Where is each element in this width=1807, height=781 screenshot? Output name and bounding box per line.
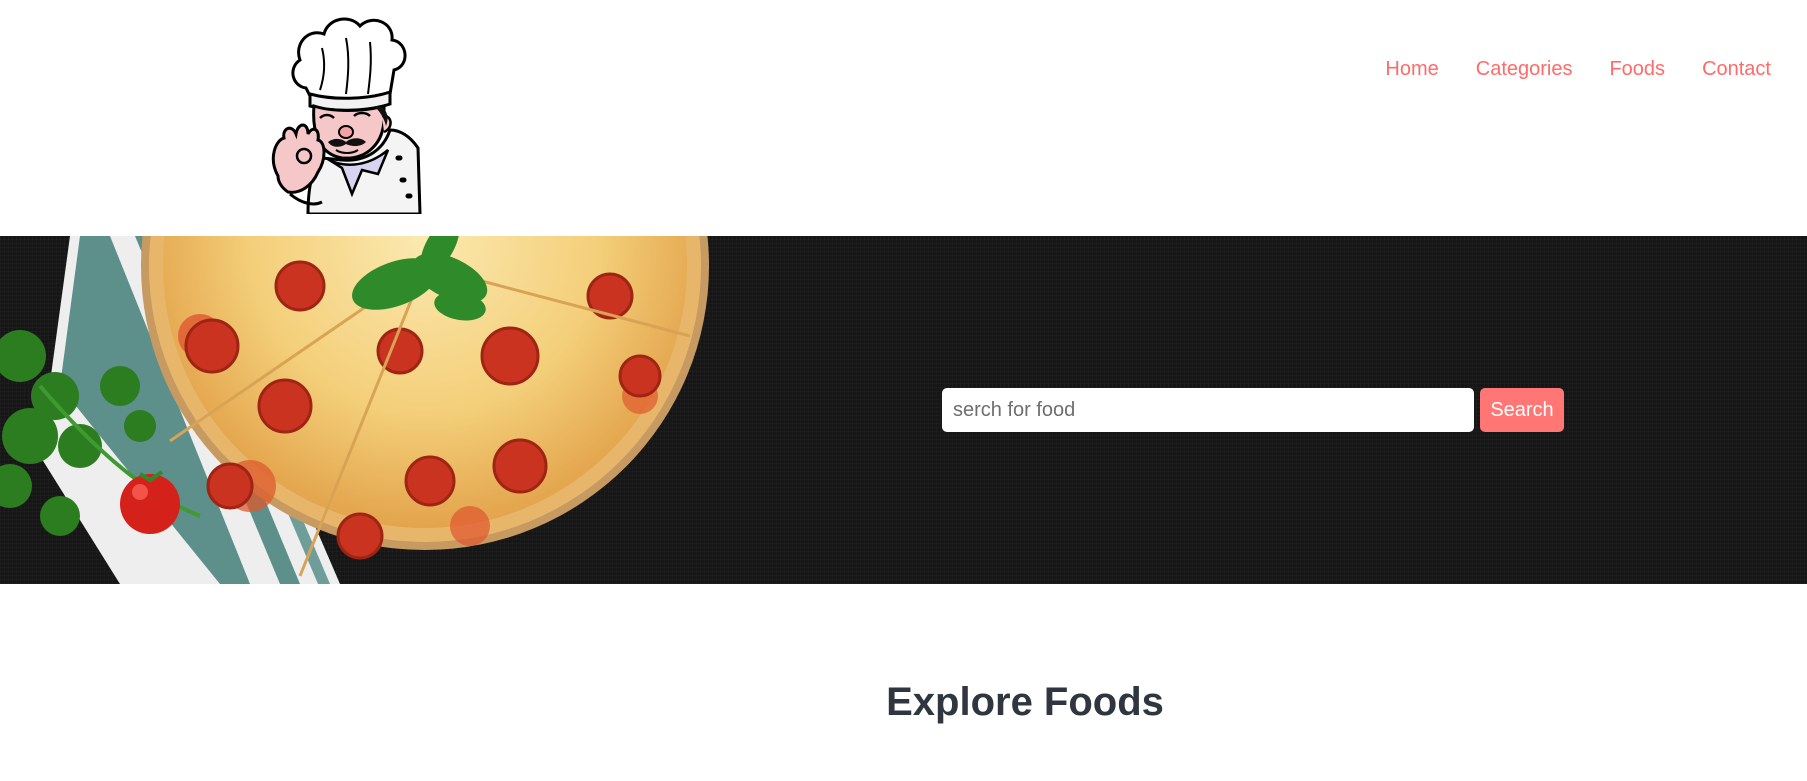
search-button[interactable]: Search [1480,388,1564,432]
nav-categories-link[interactable]: Categories [1476,58,1573,81]
page-title: Explore Foods [886,680,1164,724]
main-nav: Home Categories Foods Contact [1385,58,1771,81]
nav-contact-link[interactable]: Contact [1702,58,1771,81]
nav-foods-link[interactable]: Foods [1609,58,1665,81]
food-search-hero: Search [0,236,1807,584]
site-header: Home Categories Foods Contact [0,0,1807,236]
search-input[interactable] [942,388,1474,432]
chef-mascot-icon[interactable] [262,8,422,214]
pizza-icon [0,236,709,584]
search-form: Search [942,388,1564,432]
nav-home-link[interactable]: Home [1385,58,1438,81]
